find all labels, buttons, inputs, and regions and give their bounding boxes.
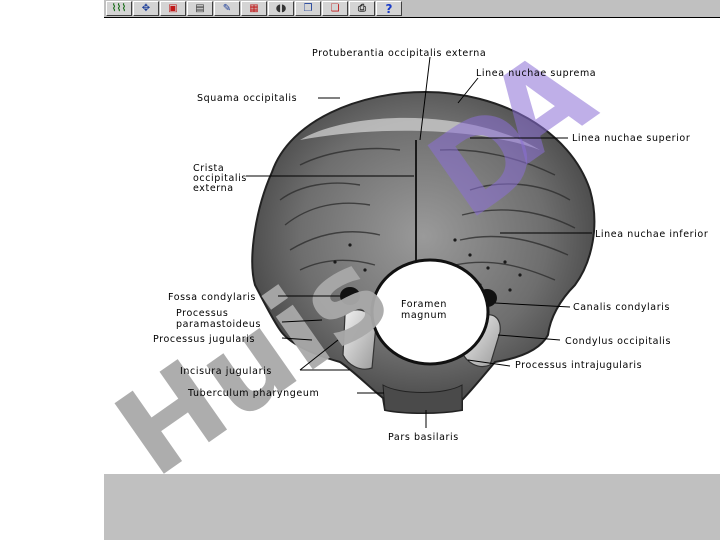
label-condylus: Condylus occipitalis (565, 336, 671, 347)
label-linea-inferior: Linea nuchae inferior (595, 229, 708, 240)
label-foramen-1: Foramen (401, 299, 447, 310)
label-fossa: Fossa condylaris (168, 292, 256, 303)
status-bar (104, 474, 720, 540)
label-tuberculum: Tuberculum pharyngeum (187, 388, 319, 399)
label-protuberantia: Protuberantia occipitalis externa (312, 48, 486, 59)
label-canalis: Canalis condylaris (573, 302, 670, 313)
occipital-bone-figure: Huis D A Protuberantia occipitalis exter… (92, 23, 708, 503)
label-squama: Squama occipitalis (197, 93, 297, 104)
label-proc-intrajug: Processus intrajugularis (515, 360, 642, 371)
label-proc-paramast-2: paramastoideus (176, 319, 261, 330)
label-proc-paramast-1: Processus (176, 308, 228, 319)
label-crista-3: externa (193, 183, 234, 194)
label-foramen-2: magnum (401, 310, 447, 321)
label-pars-basilaris: Pars basilaris (388, 432, 459, 443)
label-linea-superior: Linea nuchae superior (572, 133, 690, 144)
label-proc-jugularis: Processus jugularis (153, 334, 255, 345)
label-incisura: Incisura jugularis (180, 366, 272, 377)
label-linea-suprema: Linea nuchae suprema (476, 68, 596, 79)
